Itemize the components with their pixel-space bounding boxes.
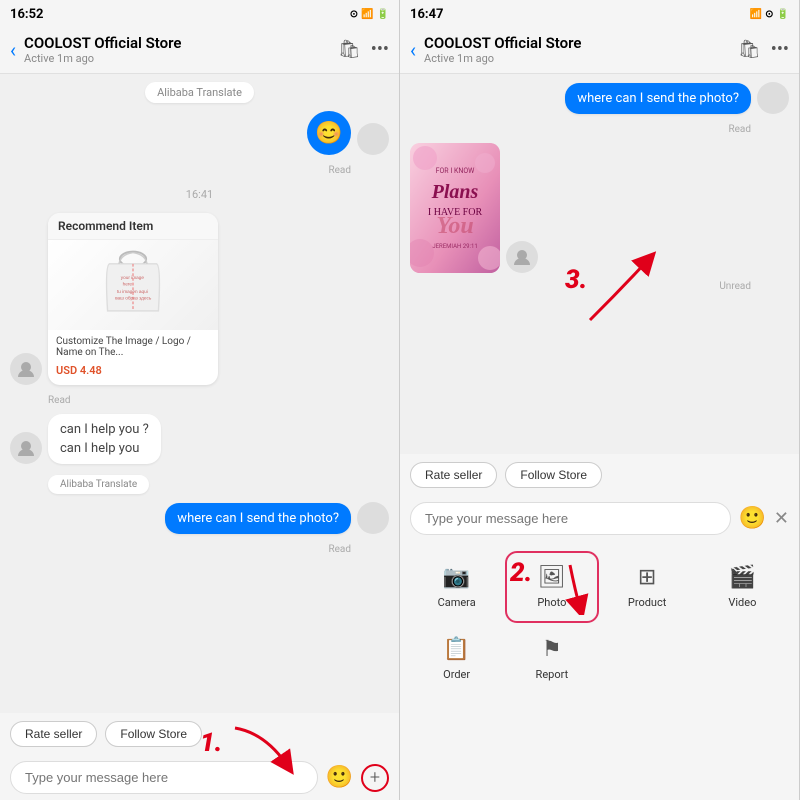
right-product-button[interactable]: ⊞ Product (601, 551, 694, 623)
left-active-status: Active 1m ago (24, 52, 330, 65)
left-back-button[interactable]: ‹ (10, 38, 16, 62)
video-icon: 🎬 (729, 565, 756, 590)
svg-text:You: You (436, 213, 473, 239)
right-active-status: Active 1m ago (424, 52, 730, 65)
left-store-icon[interactable]: 🛍 (338, 39, 361, 60)
photo-icon: 🖼 (538, 565, 566, 590)
right-store-avatar-img (506, 241, 538, 273)
camera-icon: 📷 (443, 565, 470, 590)
right-camera-button[interactable]: 📷 Camera (410, 551, 503, 623)
left-emoji-read: Read (10, 165, 389, 176)
left-help-line2: can I help you (60, 441, 149, 456)
right-status-icons: 📶 ⊙ 🔋 (750, 9, 789, 20)
left-out-bubble: where can I send the photo? (165, 503, 351, 534)
left-recommend-desc: Customize The Image / Logo / Name on The… (48, 330, 218, 364)
right-video-button[interactable]: 🎬 Video (696, 551, 789, 623)
left-more-icon[interactable]: ••• (371, 39, 389, 60)
report-label: Report (536, 668, 569, 681)
left-translate-pill[interactable]: Alibaba Translate (145, 82, 254, 103)
svg-text:Plans: Plans (431, 181, 479, 203)
report-icon: ⚑ (542, 637, 562, 662)
left-recommend-header: Recommend Item (48, 213, 218, 240)
left-time-divider: 16:41 (10, 188, 389, 201)
left-quick-actions: Rate seller Follow Store (0, 713, 399, 755)
svg-text:tu imagen aqui: tu imagen aqui (117, 289, 148, 294)
left-translate-pill2[interactable]: Alibaba Translate (48, 475, 149, 494)
right-quick-actions: Rate seller Follow Store (400, 454, 799, 496)
left-input-row: 🙂 + (0, 755, 399, 800)
left-time: 16:52 (10, 7, 44, 22)
right-follow-store-button[interactable]: Follow Store (505, 462, 602, 488)
right-status-bar: 16:47 📶 ⊙ 🔋 (400, 0, 799, 28)
left-follow-store-button[interactable]: Follow Store (105, 721, 202, 747)
left-recommend-row: Recommend Item your image here tu imagen… (10, 213, 389, 385)
left-header-info: COOLOST Official Store Active 1m ago (24, 34, 330, 65)
right-header-icons: 🛍 ••• (738, 39, 789, 60)
left-recommend-read: Read (10, 395, 389, 406)
left-recommend-price: USD 4.48 (48, 364, 218, 385)
order-label: Order (443, 668, 470, 681)
left-emoji-msg: 😊 (10, 111, 389, 155)
left-recommend-card[interactable]: Recommend Item your image here tu imagen… (48, 213, 218, 385)
left-store-avatar-multi (10, 432, 42, 464)
right-store-title: COOLOST Official Store (424, 34, 730, 52)
right-product-img-row: FOR I KNOW Plans I HAVE FOR You JEREMIAH… (410, 143, 789, 273)
left-out-msg: where can I send the photo? (10, 502, 389, 534)
left-multi-bubble: can I help you ? can I help you (48, 414, 161, 464)
product-icon: ⊞ (638, 565, 656, 590)
right-emoji-button[interactable]: 🙂 (739, 506, 766, 531)
svg-text:JEREMIAH 29:11: JEREMIAH 29:11 (432, 243, 477, 250)
left-user-avatar (357, 123, 389, 155)
right-out-bubble: where can I send the photo? (565, 83, 751, 114)
left-status-bar: 16:52 ⊙ 📶 🔋 (0, 0, 399, 28)
right-report-button[interactable]: ⚑ Report (505, 625, 598, 693)
photo-label: Photo (537, 596, 566, 609)
right-input-row: 🙂 ✕ (400, 496, 799, 541)
left-plus-button[interactable]: + (361, 764, 389, 792)
left-header-icons: 🛍 ••• (338, 39, 389, 60)
left-out-read: Read (10, 544, 389, 555)
svg-text:here: here (123, 281, 133, 286)
camera-label: Camera (438, 596, 476, 609)
left-multi-msg: can I help you ? can I help you (10, 414, 389, 464)
right-time: 16:47 (410, 7, 444, 22)
right-rate-seller-button[interactable]: Rate seller (410, 462, 497, 488)
right-store-icon[interactable]: 🛍 (738, 39, 761, 60)
right-user-avatar (757, 82, 789, 114)
right-grid-actions: 📷 Camera 🖼 Photo ⊞ Product 🎬 Video 📋 Ord… (400, 541, 799, 703)
left-store-title: COOLOST Official Store (24, 34, 330, 52)
right-photo-button[interactable]: 🖼 Photo (505, 551, 598, 623)
right-out-read: Read (410, 124, 789, 135)
right-close-button[interactable]: ✕ (774, 508, 789, 529)
left-help-line1: can I help you ? (60, 422, 149, 437)
right-more-icon[interactable]: ••• (771, 39, 789, 60)
order-icon: 📋 (443, 637, 470, 662)
left-header: ‹ COOLOST Official Store Active 1m ago 🛍… (0, 28, 399, 74)
right-back-button[interactable]: ‹ (410, 38, 416, 62)
svg-text:your image: your image (121, 275, 145, 280)
svg-text:ваш образ здесь: ваш образ здесь (115, 296, 152, 301)
product-label: Product (628, 596, 666, 609)
right-panel: 16:47 📶 ⊙ 🔋 ‹ COOLOST Official Store Act… (400, 0, 800, 800)
right-order-button[interactable]: 📋 Order (410, 625, 503, 693)
left-emoji-button[interactable]: 🙂 (326, 765, 353, 790)
left-panel: 16:52 ⊙ 📶 🔋 ‹ COOLOST Official Store Act… (0, 0, 400, 800)
left-status-icons: ⊙ 📶 🔋 (350, 9, 389, 20)
right-out-msg: where can I send the photo? (410, 82, 789, 114)
left-store-avatar-recommend (10, 353, 42, 385)
left-emoji-bubble: 😊 (307, 111, 351, 155)
left-message-input[interactable] (10, 761, 318, 794)
right-message-input[interactable] (410, 502, 731, 535)
left-chat-area: Alibaba Translate 😊 Read 16:41 Recommend… (0, 74, 399, 713)
left-rate-seller-button[interactable]: Rate seller (10, 721, 97, 747)
right-img-unread: Unread (410, 281, 789, 292)
right-header-info: COOLOST Official Store Active 1m ago (424, 34, 730, 65)
right-product-image: FOR I KNOW Plans I HAVE FOR You JEREMIAH… (410, 143, 500, 273)
video-label: Video (728, 596, 756, 609)
right-header: ‹ COOLOST Official Store Active 1m ago 🛍… (400, 28, 799, 74)
left-user-avatar-out (357, 502, 389, 534)
right-chat-area: where can I send the photo? Read (400, 74, 799, 454)
svg-text:FOR I KNOW: FOR I KNOW (436, 167, 476, 175)
left-recommend-image: your image here tu imagen aqui ваш образ… (48, 240, 218, 330)
